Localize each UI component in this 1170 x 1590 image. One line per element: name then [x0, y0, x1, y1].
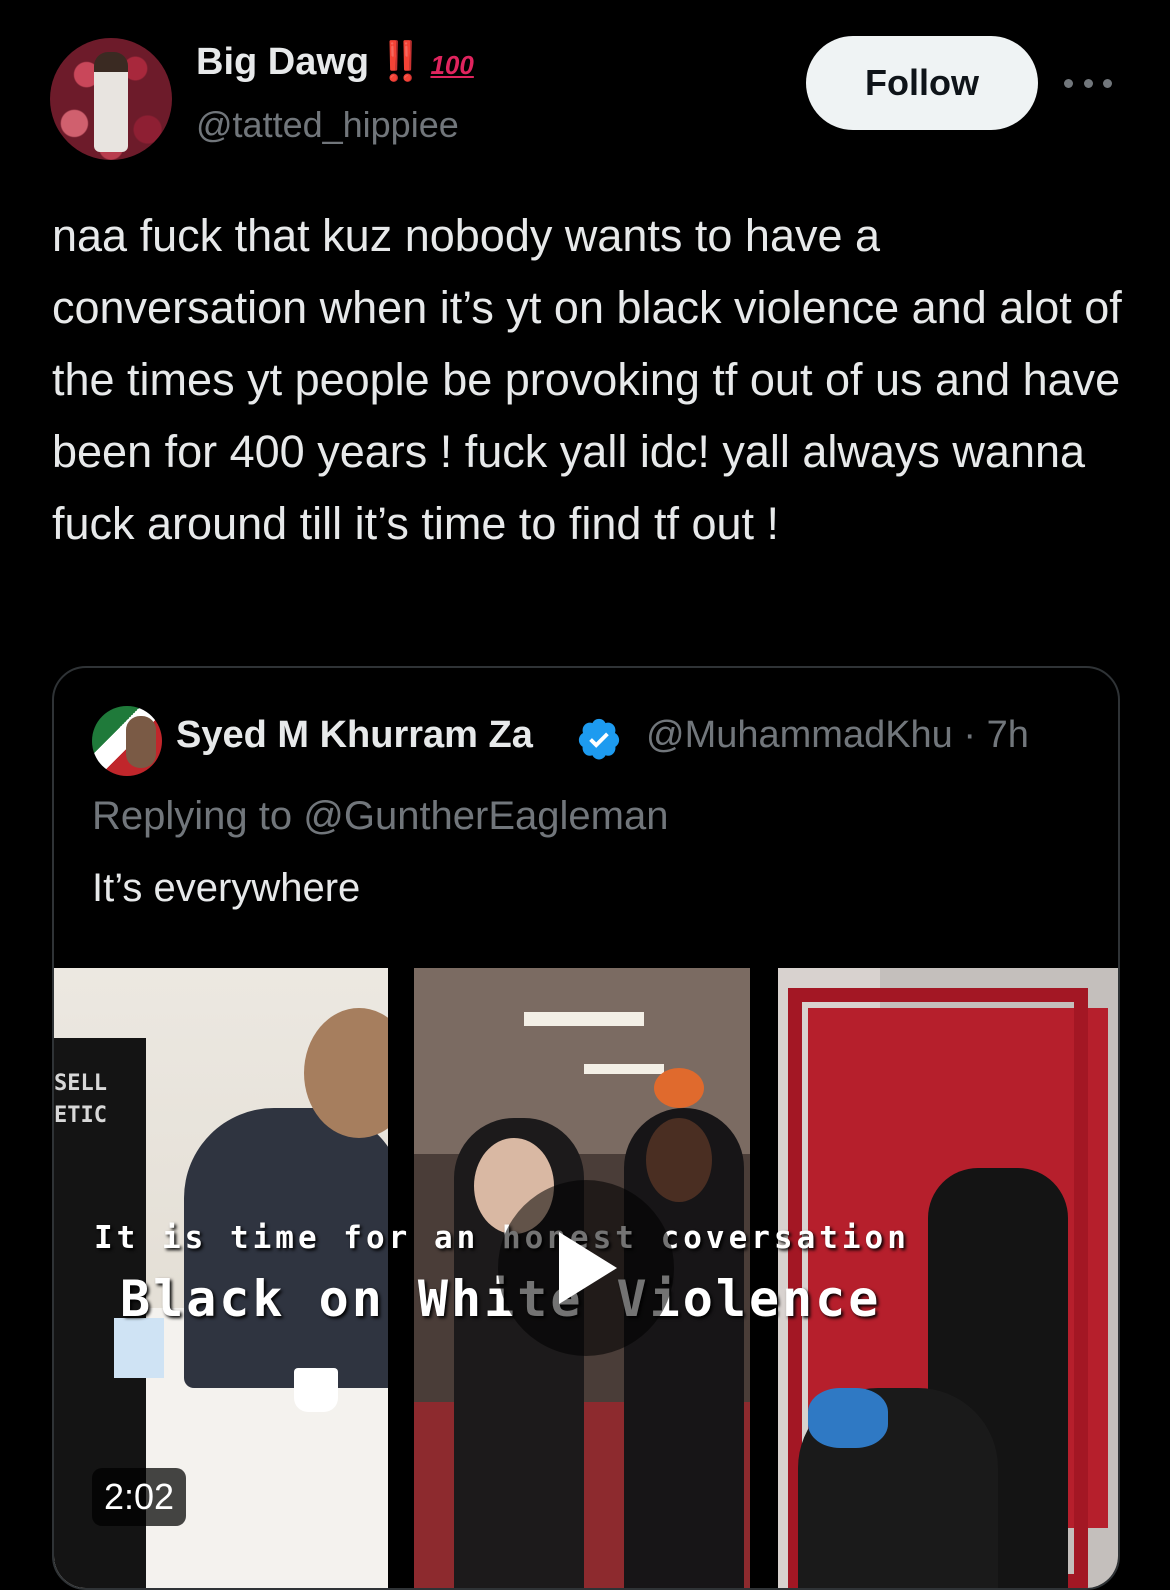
author-name-text: Big Dawg	[196, 41, 370, 83]
quoted-author-name: Syed M Khurram Za	[176, 714, 533, 756]
replying-to-line[interactable]: Replying to @GuntherEagleman	[92, 794, 668, 839]
follow-button[interactable]: Follow	[806, 36, 1038, 130]
blue-bandana	[808, 1388, 888, 1448]
girl-right-face	[646, 1118, 712, 1202]
play-button[interactable]	[498, 1180, 674, 1356]
verified-badge-icon	[578, 718, 620, 760]
quoted-author-handle-time: @MuhammadKhu · 7h	[646, 714, 1029, 756]
quoted-author-avatar	[92, 706, 162, 776]
author-handle[interactable]: @tatted_hippiee	[196, 104, 459, 146]
video-player[interactable]: SELL ETIC It is time for an honest cover…	[54, 968, 1118, 1588]
more-horizontal-icon[interactable]	[1064, 70, 1112, 96]
double-exclamation-emoji: ‼️	[377, 41, 425, 83]
video-duration-badge: 2:02	[92, 1468, 187, 1526]
tweet-text: naa fuck that kuz nobody wants to have a…	[52, 210, 1122, 549]
ceiling-light	[524, 1012, 644, 1026]
tweet-avatar[interactable]	[50, 38, 172, 160]
play-icon	[559, 1232, 617, 1304]
ceiling-light-2	[584, 1064, 664, 1074]
quoted-tweet-card[interactable]: Syed M Khurram Za @MuhammadKhu · 7h Repl…	[52, 666, 1120, 1590]
author-display-name[interactable]: Big Dawg ‼️ 100	[196, 40, 474, 84]
orange-hair	[654, 1068, 704, 1108]
hoodie-text-line-2: ETIC	[54, 1103, 107, 1128]
quoted-tweet-text: It’s everywhere	[92, 866, 361, 910]
hundred-points-emoji: 100	[430, 50, 474, 80]
quoted-avatar-face	[126, 716, 156, 768]
hoodie-text-line-1: SELL	[54, 1071, 107, 1096]
avatar-figure	[94, 52, 128, 152]
hoodie-text: SELL ETIC	[54, 1068, 107, 1132]
cup	[294, 1368, 338, 1412]
